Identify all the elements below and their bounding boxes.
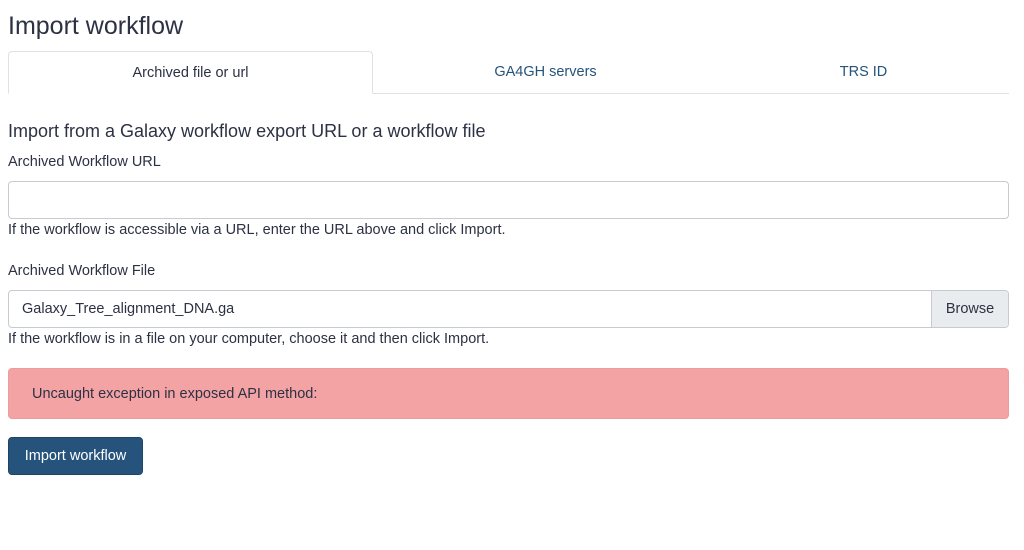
file-help-text: If the workflow is in a file on your com… <box>8 331 490 347</box>
selected-file-name: Galaxy_Tree_alignment_DNA.ga <box>22 301 235 317</box>
section-heading: Import from a Galaxy workflow export URL… <box>8 121 486 141</box>
tab-archived-file-or-url[interactable]: Archived file or url <box>8 51 373 94</box>
tab-ga4gh-servers[interactable]: GA4GH servers <box>373 51 718 92</box>
url-help-text: If the workflow is accessible via a URL,… <box>8 222 506 238</box>
browse-button[interactable]: Browse <box>931 291 1008 327</box>
workflow-url-input[interactable] <box>8 181 1009 219</box>
error-alert: Uncaught exception in exposed API method… <box>8 368 1009 419</box>
page-title: Import workflow <box>8 12 184 40</box>
tab-trs-id[interactable]: TRS ID <box>718 51 1009 92</box>
error-alert-message: Uncaught exception in exposed API method… <box>32 385 318 402</box>
file-field-label: Archived Workflow File <box>8 263 156 279</box>
import-tabs: Archived file or url GA4GH servers TRS I… <box>8 51 1009 94</box>
workflow-file-input[interactable]: Galaxy_Tree_alignment_DNA.ga Browse <box>8 290 1009 328</box>
import-workflow-button[interactable]: Import workflow <box>8 437 143 475</box>
url-field-label: Archived Workflow URL <box>8 154 161 170</box>
